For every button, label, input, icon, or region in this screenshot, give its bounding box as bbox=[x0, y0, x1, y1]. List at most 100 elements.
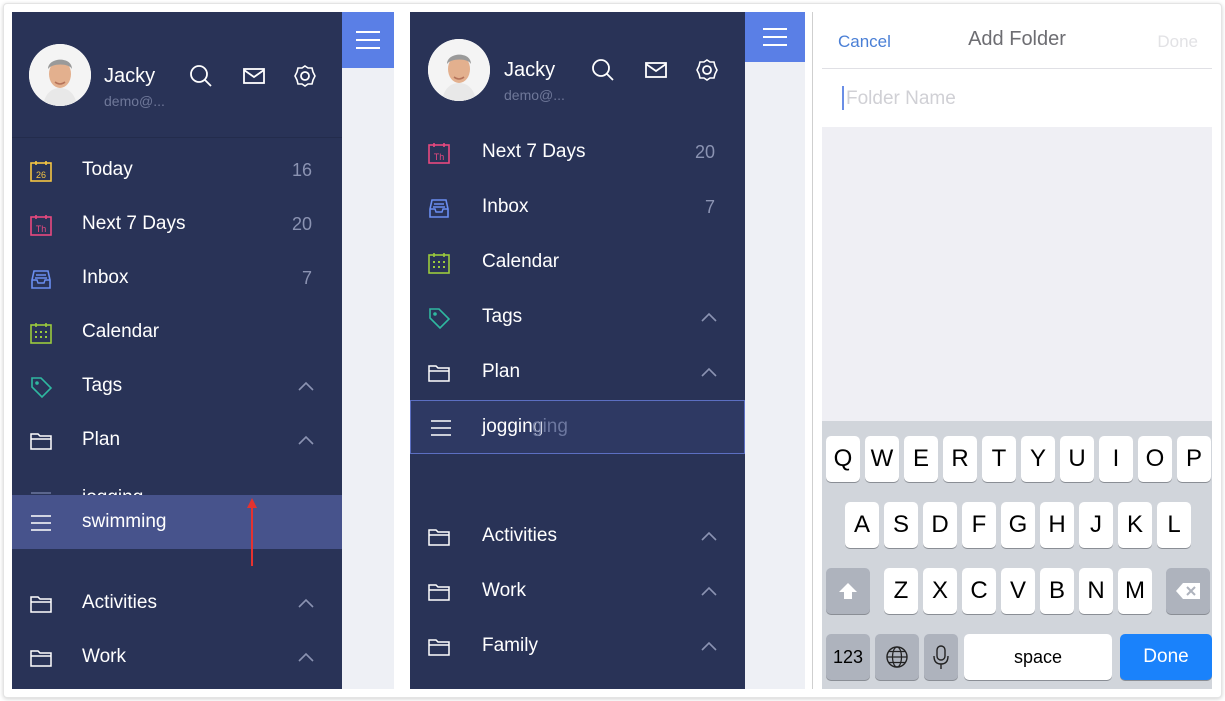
key[interactable]: E bbox=[904, 436, 938, 482]
key[interactable]: U bbox=[1060, 436, 1094, 482]
sidebar-item-next-7-days[interactable]: Th Next 7 Days 20 bbox=[410, 126, 745, 180]
chevron-up-icon[interactable] bbox=[297, 649, 315, 667]
key[interactable]: V bbox=[1001, 568, 1035, 614]
key[interactable]: H bbox=[1040, 502, 1074, 548]
key[interactable]: W bbox=[865, 436, 899, 482]
sidebar-item-label: Next 7 Days bbox=[482, 141, 586, 162]
screen-sidebar-dropped: Jacky demo@... Th Next 7 Days 20 Inbox 7… bbox=[410, 12, 805, 689]
sidebar-item-work[interactable]: Work bbox=[410, 565, 745, 619]
chevron-up-icon[interactable] bbox=[297, 378, 315, 396]
dragged-item-label: swimming bbox=[82, 511, 167, 532]
sidebar-item-inbox[interactable]: Inbox 7 bbox=[12, 252, 342, 306]
keyboard-done-button[interactable]: Done bbox=[1120, 634, 1212, 680]
chevron-up-icon[interactable] bbox=[297, 595, 315, 613]
sidebar-item-activities[interactable]: Activities bbox=[410, 510, 745, 564]
sidebar-item-calendar[interactable]: Calendar bbox=[12, 306, 342, 360]
folder-icon bbox=[29, 646, 53, 670]
divider bbox=[12, 137, 342, 138]
mail-icon[interactable] bbox=[643, 57, 669, 83]
sidebar-item-calendar[interactable]: Calendar bbox=[410, 236, 745, 290]
item-count: 16 bbox=[291, 160, 312, 180]
key[interactable]: I bbox=[1099, 436, 1133, 482]
sidebar-item-activities[interactable]: Activities bbox=[12, 577, 342, 631]
sidebar-item-family[interactable]: Family bbox=[410, 620, 745, 674]
shift-key[interactable] bbox=[826, 568, 870, 614]
globe-key[interactable] bbox=[875, 634, 919, 680]
calendar-week-icon: Th bbox=[427, 141, 451, 165]
chevron-up-icon[interactable] bbox=[700, 528, 718, 546]
sidebar-item-label: Calendar bbox=[482, 251, 560, 272]
key[interactable]: R bbox=[943, 436, 977, 482]
avatar[interactable] bbox=[29, 44, 91, 106]
chevron-up-icon[interactable] bbox=[700, 638, 718, 656]
key[interactable]: C bbox=[962, 568, 996, 614]
key[interactable]: N bbox=[1079, 568, 1113, 614]
key[interactable]: K bbox=[1118, 502, 1152, 548]
ghost-label: ging bbox=[532, 416, 568, 437]
key[interactable]: M bbox=[1118, 568, 1152, 614]
search-icon[interactable] bbox=[590, 57, 616, 83]
key[interactable]: P bbox=[1177, 436, 1211, 482]
key[interactable]: X bbox=[923, 568, 957, 614]
key[interactable]: L bbox=[1157, 502, 1191, 548]
sidebar-item-label: Next 7 Days bbox=[82, 213, 186, 234]
menu-button[interactable] bbox=[342, 12, 394, 68]
dragged-list-item[interactable]: swimming bbox=[12, 495, 342, 549]
sidebar-item-tags[interactable]: Tags bbox=[12, 360, 342, 414]
key[interactable]: Y bbox=[1021, 436, 1055, 482]
calendar-week-icon: Th bbox=[29, 213, 53, 237]
dropped-list-item[interactable]: jogging ging bbox=[410, 400, 745, 454]
folder-name-field[interactable]: Folder Name bbox=[822, 69, 1212, 127]
svg-text:26: 26 bbox=[36, 170, 46, 180]
chevron-up-icon[interactable] bbox=[700, 309, 718, 327]
sidebar-item-tags[interactable]: Tags bbox=[410, 291, 745, 345]
key[interactable]: G bbox=[1001, 502, 1035, 548]
gear-icon[interactable] bbox=[292, 63, 318, 89]
key[interactable]: Z bbox=[884, 568, 918, 614]
sidebar-item-today[interactable]: 26 Today 16 bbox=[12, 144, 342, 198]
sidebar-item-label: Activities bbox=[482, 525, 557, 546]
key[interactable]: S bbox=[884, 502, 918, 548]
sidebar-item-next-7-days[interactable]: Th Next 7 Days 20 bbox=[12, 198, 342, 252]
key[interactable]: D bbox=[923, 502, 957, 548]
inbox-icon bbox=[427, 196, 451, 220]
search-icon[interactable] bbox=[188, 63, 214, 89]
chevron-up-icon[interactable] bbox=[297, 432, 315, 450]
sidebar-item-label: Work bbox=[482, 580, 526, 601]
backspace-key[interactable] bbox=[1166, 568, 1210, 614]
folder-icon bbox=[427, 525, 451, 549]
avatar[interactable] bbox=[428, 39, 490, 101]
key[interactable]: A bbox=[845, 502, 879, 548]
sidebar-item-label: Tags bbox=[482, 306, 523, 327]
screen-add-folder: Cancel Add Folder Done Folder Name Q W E… bbox=[822, 12, 1212, 689]
numbers-key[interactable]: 123 bbox=[826, 634, 870, 680]
user-name: Jacky bbox=[104, 65, 156, 87]
sidebar-item-label: Family bbox=[482, 635, 538, 656]
sidebar-item-plan[interactable]: Plan bbox=[410, 346, 745, 400]
key[interactable]: T bbox=[982, 436, 1016, 482]
gear-icon[interactable] bbox=[694, 57, 720, 83]
item-count: 7 bbox=[301, 268, 312, 288]
sidebar-item-inbox[interactable]: Inbox 7 bbox=[410, 181, 745, 235]
microphone-key[interactable] bbox=[924, 634, 958, 680]
chevron-up-icon[interactable] bbox=[700, 364, 718, 382]
item-count: 20 bbox=[694, 142, 715, 162]
sidebar-item-plan[interactable]: Plan bbox=[12, 414, 342, 468]
key[interactable]: F bbox=[962, 502, 996, 548]
folder-icon bbox=[29, 429, 53, 453]
key[interactable]: J bbox=[1079, 502, 1113, 548]
key[interactable]: Q bbox=[826, 436, 860, 482]
key[interactable]: O bbox=[1138, 436, 1172, 482]
key[interactable]: B bbox=[1040, 568, 1074, 614]
drag-handle-icon[interactable] bbox=[29, 511, 53, 535]
sidebar-item-work[interactable]: Work bbox=[12, 631, 342, 685]
menu-button[interactable] bbox=[745, 12, 805, 62]
space-key[interactable]: space bbox=[964, 634, 1112, 680]
drag-handle-icon[interactable] bbox=[429, 416, 453, 440]
user-name: Jacky bbox=[504, 59, 556, 81]
calendar-grid-icon bbox=[29, 321, 53, 345]
mail-icon[interactable] bbox=[241, 63, 267, 89]
chevron-up-icon[interactable] bbox=[700, 583, 718, 601]
sidebar-item-label: Plan bbox=[82, 429, 121, 450]
done-button[interactable]: Done bbox=[1157, 32, 1198, 52]
